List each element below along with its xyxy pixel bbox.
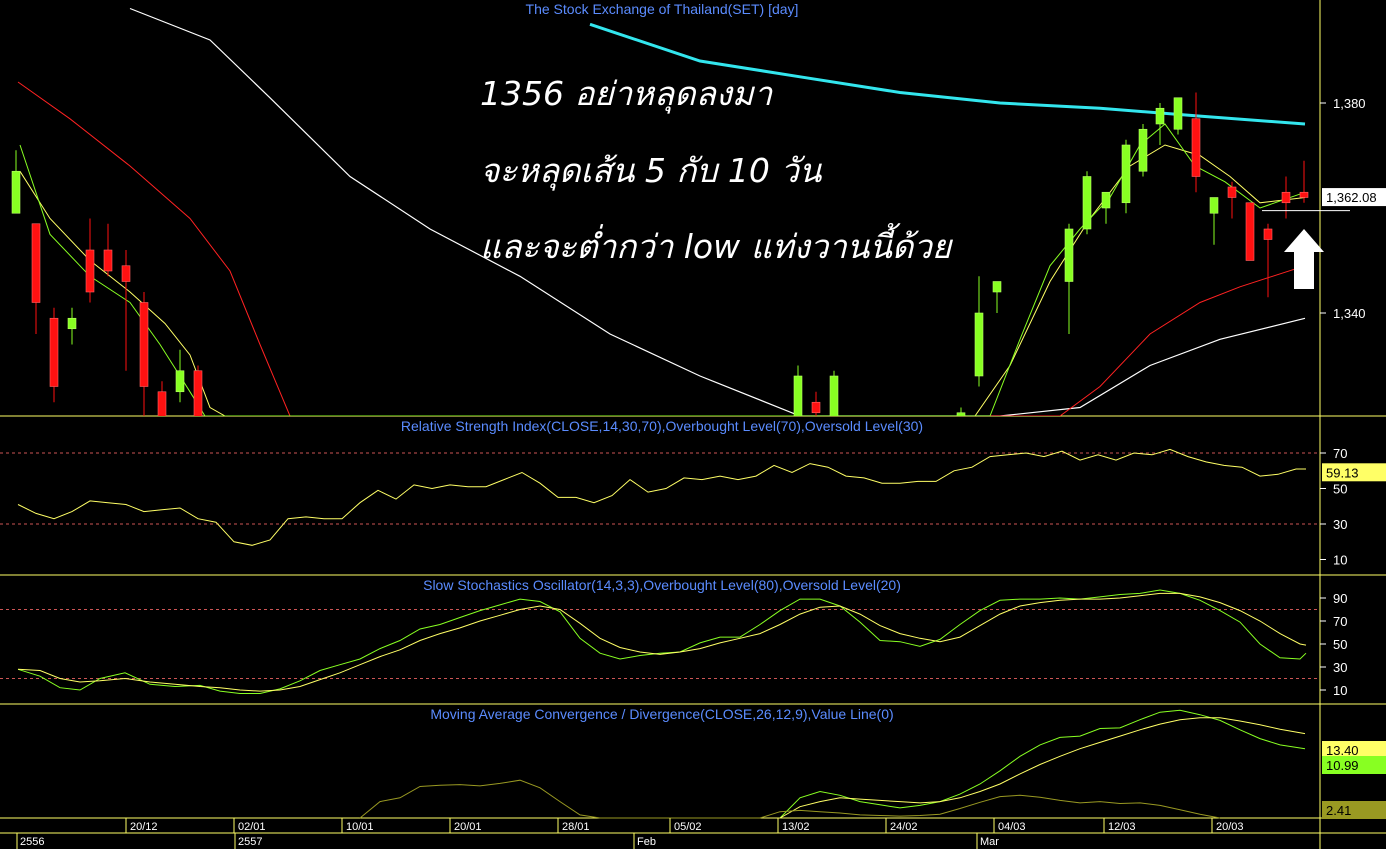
stock-chart: The Stock Exchange of Thailand(SET) [day…	[0, 0, 1386, 849]
y-tick-label: 50	[1333, 482, 1347, 497]
y-tick-label: 50	[1333, 637, 1347, 652]
date-label: 20/01	[454, 821, 482, 833]
candle-body	[49, 317, 59, 387]
candle	[1121, 139, 1131, 214]
y-tick-label: 1,340	[1333, 306, 1366, 321]
date-label: 13/02	[782, 821, 810, 833]
candle-body	[1138, 128, 1148, 172]
candle-body	[811, 401, 821, 414]
y-tick-label: 10	[1333, 683, 1347, 698]
candle-body	[139, 302, 149, 387]
price-panel-title: The Stock Exchange of Thailand(SET) [day…	[526, 1, 799, 17]
rsi-last-value: 59.13	[1326, 465, 1359, 480]
date-label: 04/03	[998, 821, 1026, 833]
candle-body	[1209, 197, 1219, 214]
y-tick-label: 30	[1333, 517, 1347, 532]
candle-body	[85, 249, 95, 293]
candle-body	[1155, 107, 1165, 125]
date-label: 28/01	[562, 821, 590, 833]
candle-body	[67, 317, 77, 330]
y-tick-label: 90	[1333, 591, 1347, 606]
candle-body	[1173, 97, 1183, 130]
period-label: 2556	[20, 836, 44, 848]
date-label: 12/03	[1108, 821, 1136, 833]
y-tick-label: 30	[1333, 660, 1347, 675]
candle-body	[121, 265, 131, 282]
candle	[1245, 202, 1255, 261]
candle-body	[1121, 144, 1131, 204]
candle-body	[31, 223, 41, 303]
candle-body	[1227, 186, 1237, 198]
annotation-line-2: จะหลุดเส้น 5 กับ 10 วัน	[480, 151, 823, 191]
annotation-line-1: 1356 อย่าหลุดลงมา	[480, 74, 774, 114]
y-tick-label: 70	[1333, 446, 1347, 461]
y-tick-label: 1,380	[1333, 96, 1366, 111]
date-label: 20/03	[1216, 821, 1244, 833]
y-tick-label: 70	[1333, 614, 1347, 629]
date-label: 10/01	[346, 821, 374, 833]
period-label: Mar	[980, 836, 999, 848]
candle-body	[103, 249, 113, 272]
macd-signal-last-value: 13.40	[1326, 743, 1359, 758]
macd-panel-title: Moving Average Convergence / Divergence(…	[430, 706, 893, 722]
period-label: Feb	[637, 836, 656, 848]
candle-body	[1064, 228, 1074, 282]
candle	[1082, 171, 1092, 235]
candle	[1173, 97, 1183, 135]
stoch-panel-title: Slow Stochastics Oscillator(14,3,3),Over…	[423, 577, 901, 593]
candle-body	[1082, 176, 1092, 230]
candle-body	[992, 281, 1002, 293]
date-label: 24/02	[890, 821, 918, 833]
candle-body	[1245, 202, 1255, 261]
y-tick-label: 10	[1333, 553, 1347, 568]
candle-body	[974, 312, 984, 377]
macd-line-last-value: 10.99	[1326, 758, 1359, 773]
date-label: 02/01	[238, 821, 266, 833]
price-last-value: 1,362.08	[1326, 190, 1377, 205]
candle-body	[175, 370, 185, 393]
candle-body	[1191, 118, 1201, 177]
rsi-panel-title: Relative Strength Index(CLOSE,14,30,70),…	[401, 418, 923, 434]
candle	[1138, 124, 1148, 177]
macd-hist-last-value: 2.41	[1326, 803, 1351, 818]
candle-body	[1281, 191, 1291, 204]
date-label: 20/12	[130, 821, 158, 833]
candle-body	[11, 170, 21, 214]
date-label: 05/02	[674, 821, 702, 833]
candle-body	[1263, 228, 1273, 240]
candle-body	[1101, 191, 1111, 209]
annotation-line-3: และจะต่ำกว่า low แท่งวานนี้ด้วย	[480, 223, 954, 266]
period-label: 2557	[238, 836, 262, 848]
candle-body	[1299, 191, 1309, 198]
